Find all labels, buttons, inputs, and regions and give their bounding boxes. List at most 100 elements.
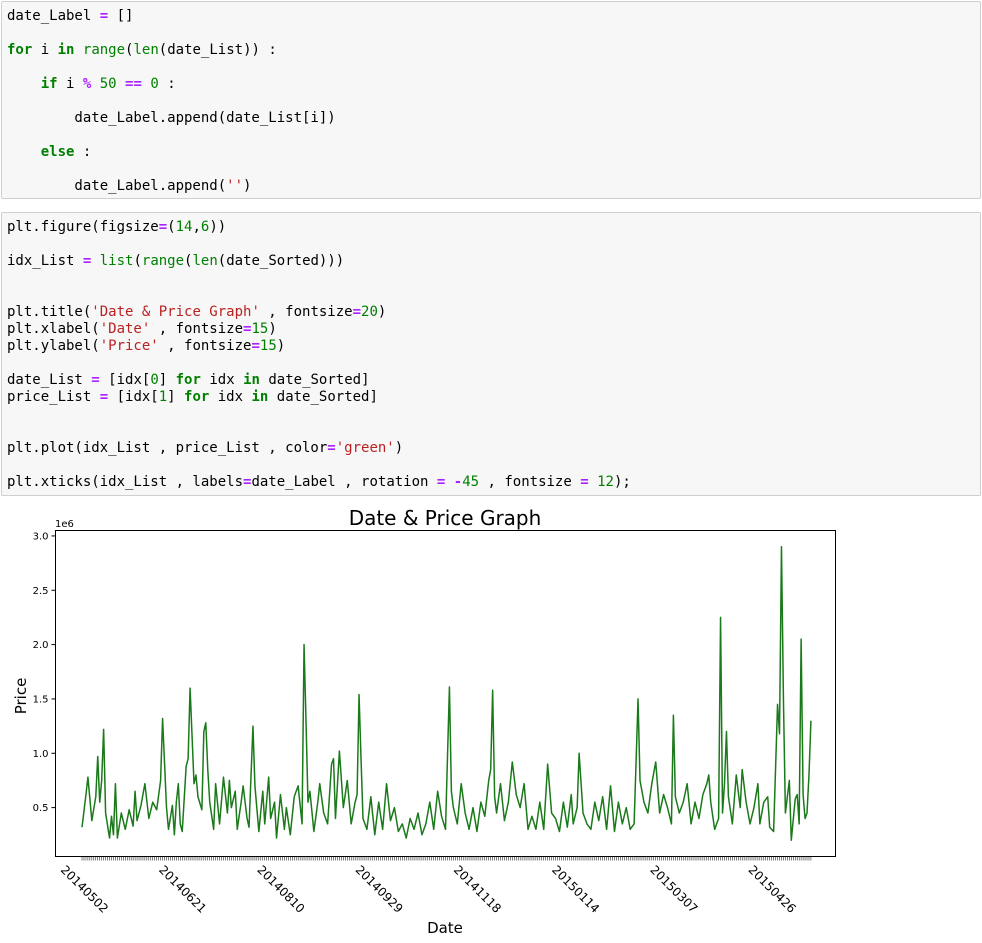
y-tick-label: 2.0 bbox=[33, 640, 49, 651]
code-token: idx bbox=[200, 372, 244, 388]
code-token: plt.plot(idx_List , price_List , color bbox=[7, 440, 328, 456]
code-token: if bbox=[40, 76, 58, 92]
x-axis-label: Date bbox=[427, 919, 463, 937]
code-token: 0 bbox=[150, 76, 159, 92]
code-token: = bbox=[327, 440, 336, 456]
code-cell-2[interactable]: plt.figure(figsize=(14,6)) idx_List = lis… bbox=[1, 212, 981, 496]
code-token: '' bbox=[226, 178, 244, 194]
code-token: plt.xlabel( bbox=[7, 321, 100, 337]
code-line: date_Label.append('') bbox=[7, 178, 251, 195]
code-line: date_List = [idx[0] for idx in date_Sort… bbox=[7, 372, 370, 389]
code-token: ); bbox=[613, 474, 631, 490]
x-tick-label: 20140929 bbox=[353, 863, 406, 916]
x-tick-label: 20150426 bbox=[746, 863, 799, 916]
code-token: = bbox=[99, 389, 109, 405]
code-token: date_Label , rotation bbox=[251, 474, 437, 490]
line-chart: Date & Price Graph 1e6 0.5 1.0 1.5 2.0 2.5 3.… bbox=[12, 506, 836, 937]
code-token: in bbox=[243, 372, 260, 388]
code-token: for bbox=[175, 372, 201, 388]
x-tick-label: 20140502 bbox=[58, 863, 111, 916]
code-cell-1[interactable]: date_Label = [] for i in range(len(date_L… bbox=[1, 1, 981, 199]
y-tick-label: 2.5 bbox=[33, 586, 49, 597]
y-tick-label: 3.0 bbox=[33, 531, 49, 542]
x-tick-label: 20150307 bbox=[647, 863, 700, 916]
code-token: ] bbox=[158, 372, 176, 388]
code-token: 15 bbox=[251, 321, 269, 337]
code-line: date_Label = [] bbox=[7, 8, 133, 25]
code-token: (date_List)) : bbox=[158, 42, 277, 58]
x-tick-label: 20140621 bbox=[156, 863, 209, 916]
code-token: in bbox=[251, 389, 269, 405]
code-token: , fontsize bbox=[479, 474, 581, 490]
code-token: )) bbox=[209, 219, 227, 235]
y-tick-label: 1.0 bbox=[33, 749, 49, 760]
code-token: ( bbox=[167, 219, 176, 235]
x-tick-label: 20150114 bbox=[549, 863, 602, 916]
code-token: 50 bbox=[99, 76, 117, 92]
code-token: == bbox=[125, 76, 142, 92]
code-line: else : bbox=[7, 144, 92, 161]
code-token: date_List bbox=[7, 372, 92, 388]
code-token: = bbox=[251, 338, 260, 354]
code-line: plt.xlabel('Date' , fontsize=15) bbox=[7, 321, 277, 338]
code-token: in bbox=[57, 42, 75, 58]
x-axis: 20140502 20140621 20140810 20140929 20141118… bbox=[58, 856, 812, 916]
y-offset-label: 1e6 bbox=[55, 519, 74, 530]
code-token: for bbox=[7, 42, 33, 58]
code-line: for i in range(len(date_List)) : bbox=[7, 42, 277, 59]
code-token: = bbox=[158, 219, 168, 235]
code-line: idx_List = list(range(len(date_Sorted))) bbox=[7, 253, 344, 270]
code-line: plt.title('Date & Price Graph' , fontsiz… bbox=[7, 304, 386, 321]
chart-title: Date & Price Graph bbox=[349, 506, 542, 530]
code-token: 'green' bbox=[335, 440, 395, 456]
code-token: i bbox=[57, 76, 83, 92]
code-token: plt.xticks(idx_List , labels bbox=[7, 474, 244, 490]
code-token: date_Sorted] bbox=[268, 389, 378, 405]
code-line: plt.xticks(idx_List , labels = date_Label … bbox=[7, 474, 631, 491]
code-token: = bbox=[99, 8, 109, 24]
code-token: list bbox=[99, 253, 134, 269]
code-token: len bbox=[192, 253, 218, 269]
code-token: ( bbox=[133, 253, 142, 269]
x-tick-label: 20141118 bbox=[451, 863, 504, 916]
code-token: , fontsize bbox=[259, 304, 353, 320]
code-token: idx bbox=[209, 389, 252, 405]
code-token: else bbox=[40, 144, 75, 160]
code-token: plt.ylabel( bbox=[7, 338, 100, 354]
y-axis-label: Price bbox=[12, 678, 30, 715]
code-token: ) bbox=[394, 440, 404, 456]
code-token: = bbox=[352, 304, 362, 320]
code-token: [idx[ bbox=[108, 389, 159, 405]
code-token: 15 bbox=[259, 338, 277, 354]
code-token: ] bbox=[167, 389, 185, 405]
code-token: , fontsize bbox=[158, 338, 252, 354]
code-line: if i % 50 == 0 : bbox=[7, 76, 176, 93]
code-token: , bbox=[192, 219, 201, 235]
code-line: plt.ylabel('Price' , fontsize=15) bbox=[7, 338, 285, 355]
code-token: for bbox=[184, 389, 210, 405]
code-line: price_List = [idx[1] for idx in date_Sor… bbox=[7, 389, 378, 406]
code-token: [idx[ bbox=[99, 372, 151, 388]
code-token: date_Label.append( bbox=[7, 178, 227, 194]
code-token: ) bbox=[377, 304, 387, 320]
code-token: 12 bbox=[597, 474, 614, 490]
code-token: date_Label bbox=[7, 8, 100, 24]
y-tick-label: 0.5 bbox=[33, 803, 49, 814]
code-token: 'Date' bbox=[99, 321, 151, 337]
code-line: plt.figure(figsize=(14,6)) bbox=[7, 219, 226, 236]
code-line: plt.plot(idx_List , price_List , color='… bbox=[7, 440, 403, 457]
code-token: (date_Sorted))) bbox=[217, 253, 345, 269]
code-token: plt.title( bbox=[7, 304, 92, 320]
code-token: i bbox=[32, 42, 58, 58]
code-token: - bbox=[453, 474, 463, 490]
code-token: range bbox=[82, 42, 126, 58]
code-token: ) bbox=[276, 338, 286, 354]
code-token: ) bbox=[268, 321, 277, 337]
code-token: plt.figure(figsize bbox=[7, 219, 159, 235]
